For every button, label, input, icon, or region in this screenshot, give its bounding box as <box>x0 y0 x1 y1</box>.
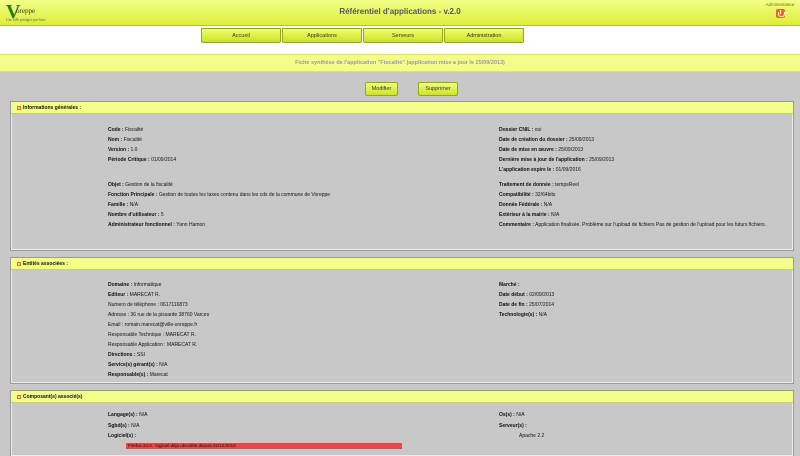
section-bullet-icon <box>17 394 21 399</box>
component-row: Serveur(s) : <box>499 423 527 429</box>
user-box: Administrateur <box>762 2 798 20</box>
info-row: Famille : N/A <box>108 202 139 208</box>
entity-row: Responsable(s) : Marecat <box>108 372 168 378</box>
panel-heading: Composant(s) associé(s) <box>11 391 793 403</box>
component-row: Logiciel(s) : <box>108 433 137 439</box>
logo-tagline: Une ville protégée par bien <box>6 18 46 22</box>
entity-row: Adresse : 36 rue de la pissarde 38760 Va… <box>108 312 210 318</box>
component-row: Langage(s) : N/A <box>108 412 148 418</box>
entity-row: Date de fin : 25/07/2014 <box>499 302 555 308</box>
panel-heading: Entités associées : <box>11 258 793 270</box>
info-row: Compatibilité : 32/64bits <box>499 192 556 198</box>
info-row: Fonction Principale : Gestion de toutes … <box>108 192 331 198</box>
component-row: Sgbd(s) : N/A <box>108 423 140 429</box>
tab-accueil[interactable]: Accueil <box>201 28 281 43</box>
user-role: Administrateur <box>765 2 795 7</box>
info-row: Version : 1.0 <box>108 147 138 153</box>
entity-row: Technologie(s) : N/A <box>499 312 547 318</box>
panel-heading: Informations générales : <box>11 102 793 114</box>
info-row: Commentaire : Application finalisée. Pro… <box>499 222 767 228</box>
info-row: Traitement de donnée : tempsReel <box>499 182 580 188</box>
component-row: Os(s) : N/A <box>499 412 525 418</box>
entity-row: Editeur : MARECAT R. <box>108 292 161 298</box>
entity-row: Date début : 02/09/2013 <box>499 292 555 298</box>
section-bullet-icon <box>17 261 21 266</box>
info-row: Nombre d'utilisateur : 5 <box>108 212 164 218</box>
entity-row: Responsable Application : MARECAT R. <box>108 342 198 348</box>
tab-applications[interactable]: Applications <box>282 28 362 43</box>
entity-row: Email : romain.marecat@ville-voreppe.fr <box>108 322 198 328</box>
entity-row: Directions : SSI <box>108 352 145 358</box>
software-obsolete-alert: Firefox 24.0 : logiciel déja obsolète de… <box>126 443 402 449</box>
logout-icon[interactable] <box>775 9 785 18</box>
info-row: Donnée Fédérale : N/A <box>499 202 553 208</box>
info-row: Dernière mise à jour de l'application : … <box>499 157 615 163</box>
general-info-heading: Informations générales : <box>23 105 82 111</box>
info-row: Dossier CNIL : oui <box>499 127 542 133</box>
info-row: Nom : Fiscalité <box>108 137 142 143</box>
info-row: L'application expire le : 01/09/2016 <box>499 167 581 173</box>
main-nav: Accueil Applications Serveurs Administra… <box>201 28 524 43</box>
entity-row: Responsable Technique : MARECAT R. <box>108 332 196 338</box>
tab-serveurs[interactable]: Serveurs <box>363 28 443 43</box>
entity-row: Numero de téléphone : 0617116873 <box>108 302 188 308</box>
info-row: Date de création du dossier : 25/09/2013 <box>499 137 595 143</box>
app-header: V oreppe Une ville protégée par bien Réf… <box>0 0 800 26</box>
modify-button[interactable]: Modifier <box>365 82 398 96</box>
delete-button[interactable]: Supprimer <box>418 82 458 96</box>
entity-row: Marché : <box>499 282 520 288</box>
info-row: Date de mise en œuvre : 25/09/2013 <box>499 147 584 153</box>
app-title: Référentiel d'applications - v.2.0 <box>339 7 461 16</box>
info-row: Code : Fiscalité <box>108 127 144 133</box>
info-row: Objet : Gestion de la fiscalité <box>108 182 173 188</box>
general-info-panel: Informations générales : <box>10 101 794 251</box>
info-row: Période Critique : 01/09/2014 <box>108 157 177 163</box>
entity-row: Service(s) gérant(s) : N/A <box>108 362 168 368</box>
server-item: Apache 2.2 <box>519 433 545 439</box>
info-row: Administrateur fonctionnel : Yann Hamon <box>108 222 206 228</box>
page-subtitle: Fiche synthèse de l'application "Fiscali… <box>295 60 505 66</box>
info-row: Extérieur à la mairie : N/A <box>499 212 560 218</box>
section-bullet-icon <box>17 105 21 110</box>
tab-administration[interactable]: Administration <box>444 28 524 43</box>
components-heading: Composant(s) associé(s) <box>23 394 83 400</box>
entity-row: Domaine : Informatique <box>108 282 162 288</box>
subtitle-band: Fiche synthèse de l'application "Fiscali… <box>0 54 800 72</box>
entities-heading: Entités associées : <box>23 261 69 267</box>
